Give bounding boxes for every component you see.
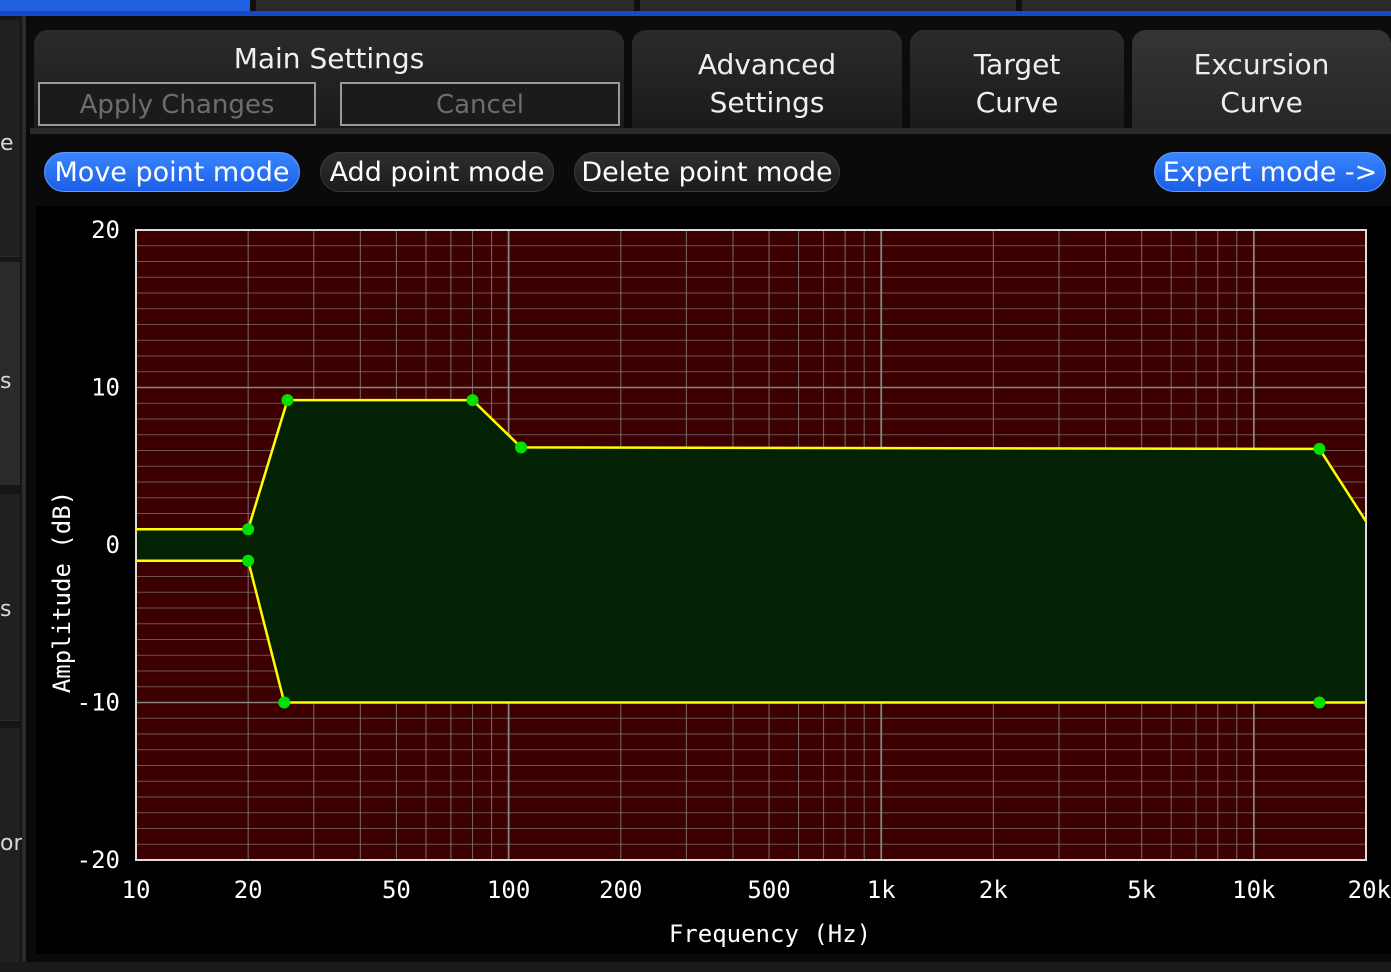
window-tab[interactable] <box>1022 0 1391 11</box>
window-tab-active[interactable] <box>0 0 250 11</box>
tab-advanced-settings[interactable]: Advanced Settings <box>632 30 902 130</box>
tab-content-border <box>30 128 1391 134</box>
x-tick-label: 50 <box>382 876 411 904</box>
sidebar-item[interactable]: s <box>0 262 20 485</box>
y-tick-label: 20 <box>91 216 120 244</box>
upper-curve-point[interactable] <box>242 523 255 536</box>
cancel-button[interactable]: Cancel <box>340 82 620 126</box>
sidebar-item[interactable]: e <box>0 20 20 257</box>
sidebar-divider <box>22 16 26 972</box>
tab-label: Target <box>973 48 1061 81</box>
sidebar: e s s on <box>0 16 27 972</box>
x-tick-label: 500 <box>747 876 790 904</box>
x-tick-label: 10k <box>1232 876 1276 904</box>
x-tick-label: 2k <box>979 876 1008 904</box>
x-tick-label: 5k <box>1127 876 1156 904</box>
move-point-mode-button[interactable]: Move point mode <box>44 152 300 192</box>
x-tick-label: 10 <box>122 876 151 904</box>
y-tick-label: 10 <box>91 374 120 402</box>
upper-curve-point[interactable] <box>466 394 479 407</box>
lower-curve-point[interactable] <box>242 554 255 567</box>
tab-label: Settings <box>709 86 825 119</box>
window-tab-underline <box>0 11 1391 16</box>
expert-mode-button[interactable]: Expert mode -> <box>1154 152 1386 192</box>
settings-tabs: Main Settings Apply Changes Cancel Advan… <box>30 22 1391 134</box>
add-point-mode-button[interactable]: Add point mode <box>320 152 554 192</box>
x-tick-label: 20k <box>1348 876 1391 904</box>
tab-label: Curve <box>975 86 1059 119</box>
window-tab[interactable] <box>640 0 1016 11</box>
delete-point-mode-button[interactable]: Delete point mode <box>574 152 840 192</box>
sidebar-item-label: s <box>0 369 12 394</box>
y-tick-label: -10 <box>77 689 120 717</box>
y-axis-label: Amplitude (dB) <box>48 491 76 693</box>
upper-curve-point[interactable] <box>515 441 528 454</box>
excursion-curve-chart[interactable]: 20100-10-2010 20 50 100 200 500 1k 2k 5k 10k 20k F… <box>36 206 1391 954</box>
tab-main-settings[interactable]: Main Settings Apply Changes Cancel <box>34 30 624 130</box>
apply-changes-button[interactable]: Apply Changes <box>38 82 316 126</box>
window-tab[interactable] <box>256 0 634 11</box>
window-tab-strip <box>0 0 1391 16</box>
excursion-chart-panel: 20 10 0 -10 -20 10 20 50 100 200 500 1k 2k 5k 10k 20k F… <box>36 206 1391 954</box>
tab-label: Excursion <box>1193 48 1330 81</box>
x-tick-label: 200 <box>599 876 642 904</box>
upper-curve-point[interactable] <box>281 394 294 407</box>
lower-curve-point[interactable] <box>1313 696 1326 709</box>
x-tick-label: 1k <box>867 876 896 904</box>
sidebar-item[interactable]: on <box>0 728 27 969</box>
tab-label: Advanced <box>697 48 837 81</box>
tab-label: Curve <box>1220 86 1303 119</box>
upper-curve-point[interactable] <box>1313 442 1326 455</box>
sidebar-item-label: e <box>0 131 14 156</box>
x-axis-label: Frequency (Hz) <box>669 920 871 948</box>
tab-main-settings-title: Main Settings <box>233 42 425 75</box>
y-tick-label: -20 <box>77 846 120 874</box>
x-tick-label: 100 <box>487 876 530 904</box>
bottom-border <box>0 962 1391 972</box>
lower-curve-point[interactable] <box>278 696 291 709</box>
y-tick-label: 0 <box>106 531 120 559</box>
sidebar-item[interactable]: s <box>0 494 20 721</box>
sidebar-item-label: s <box>0 597 12 622</box>
tab-excursion-curve[interactable]: Excursion Curve <box>1132 30 1391 130</box>
x-tick-label: 20 <box>234 876 263 904</box>
mode-toolbar: Move point mode Add point mode Delete po… <box>30 146 1391 202</box>
tab-target-curve[interactable]: Target Curve <box>910 30 1124 130</box>
